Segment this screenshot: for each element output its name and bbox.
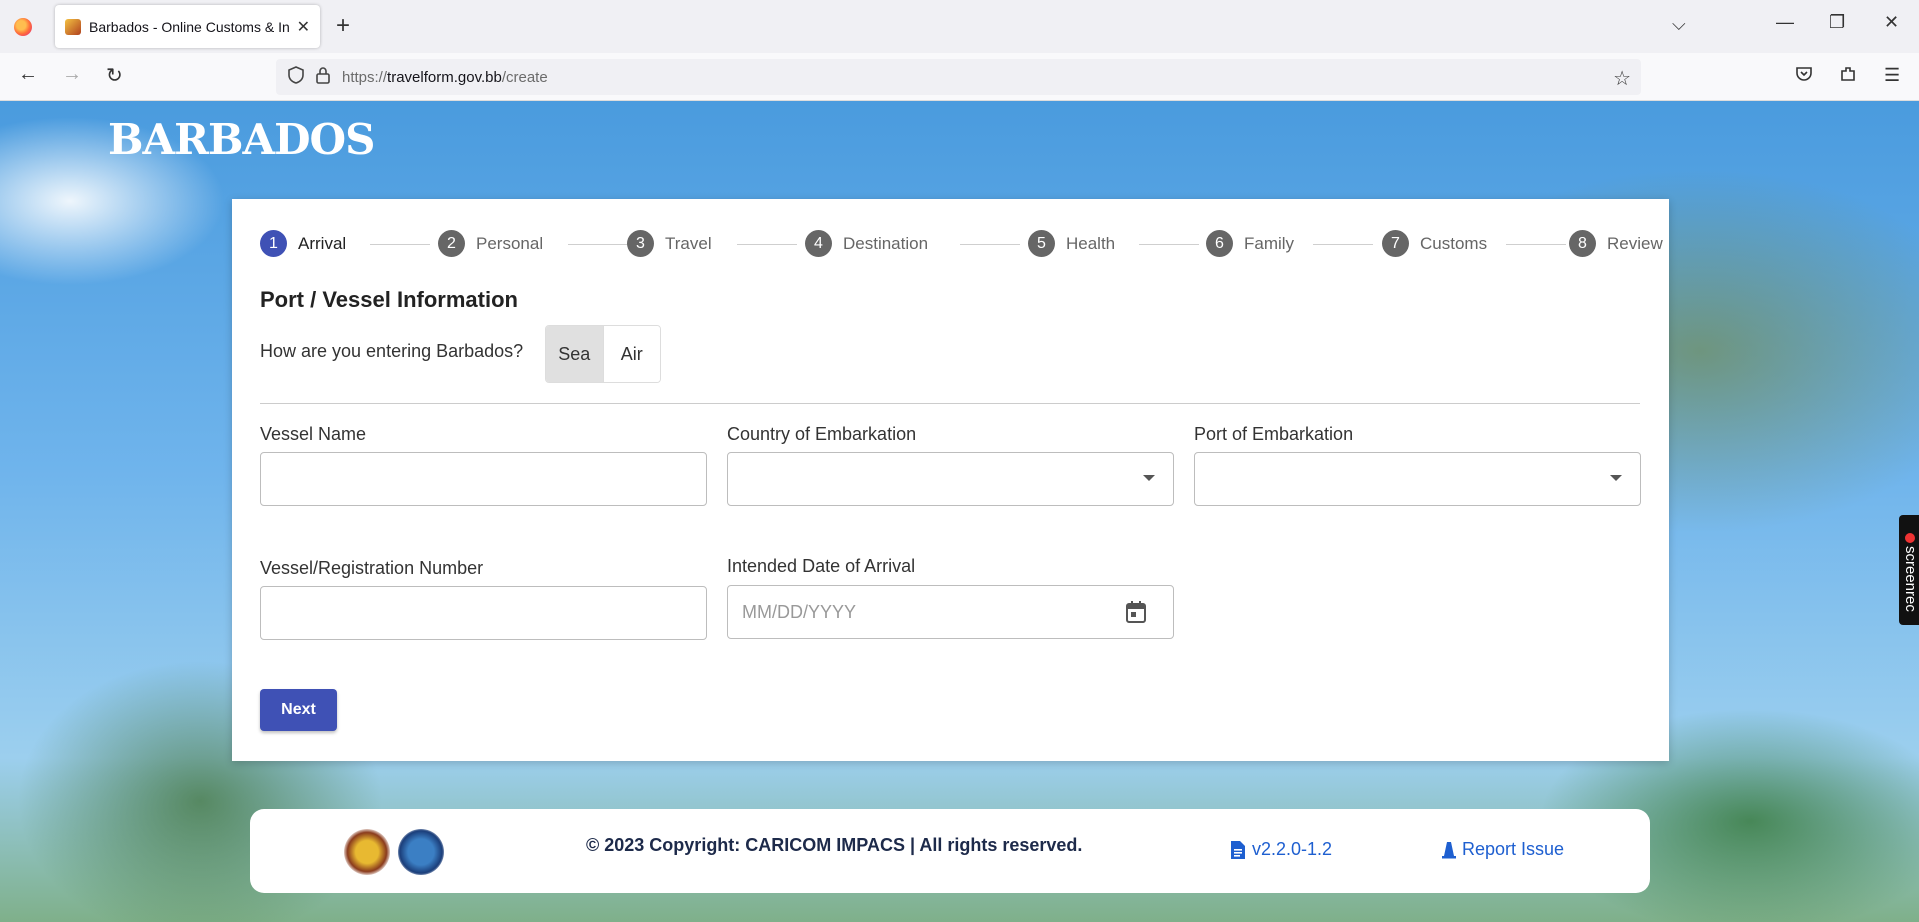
step-arrival[interactable]: 1 Arrival	[260, 230, 346, 257]
step-label: Destination	[843, 233, 929, 253]
pocket-icon[interactable]	[1795, 65, 1813, 88]
step-travel[interactable]: 3 Travel	[627, 230, 712, 257]
step-number: 8	[1569, 230, 1596, 257]
barbados-logo: BARBADOS	[108, 115, 375, 164]
calendar-icon[interactable]	[1125, 600, 1147, 624]
tab-close-icon[interactable]: ✕	[297, 17, 310, 37]
step-connector	[370, 244, 430, 245]
entry-mode-toggle: Sea Air	[545, 325, 661, 383]
site-favicon-icon	[65, 18, 81, 35]
step-label: Review	[1607, 233, 1663, 253]
traffic-cone-icon	[1442, 841, 1456, 858]
divider	[260, 403, 1640, 404]
bookmark-star-icon[interactable]: ☆	[1613, 66, 1631, 91]
close-window-icon[interactable]: ✕	[1884, 12, 1899, 33]
lock-icon[interactable]	[316, 66, 330, 89]
step-label: Personal	[476, 233, 544, 253]
stepper: 1 Arrival 2 Personal 3 Travel 4 Destinat…	[260, 230, 1663, 260]
step-number: 6	[1206, 230, 1233, 257]
dropdown-caret-icon	[1143, 475, 1155, 481]
step-connector	[737, 244, 797, 245]
caricom-impacs-seal-icon	[398, 829, 444, 875]
step-family[interactable]: 6 Family	[1206, 230, 1294, 257]
step-connector	[1506, 244, 1566, 245]
version-link[interactable]: v2.2.0-1.2	[1230, 839, 1332, 860]
report-issue-link[interactable]: Report Issue	[1442, 839, 1564, 860]
step-number: 3	[627, 230, 654, 257]
step-customs[interactable]: 7 Customs	[1382, 230, 1487, 257]
browser-tab[interactable]: Barbados - Online Customs & In ✕	[55, 5, 320, 48]
tab-list-chevron-icon[interactable]: ⌵	[1672, 14, 1686, 35]
arrival-date-input[interactable]: MM/DD/YYYY	[727, 585, 1174, 639]
new-tab-icon[interactable]: +	[336, 12, 350, 40]
shield-icon[interactable]	[288, 65, 304, 89]
vessel-registration-input[interactable]	[260, 586, 707, 640]
step-label: Family	[1244, 233, 1295, 253]
vessel-name-label: Vessel Name	[260, 424, 367, 444]
sea-option-button[interactable]: Sea	[546, 326, 604, 382]
page-background: BARBADOS 1 Arrival 2 Personal 3 Travel 4…	[0, 101, 1919, 922]
arrival-date-label: Intended Date of Arrival	[727, 556, 916, 576]
reload-icon[interactable]: ↻	[106, 63, 123, 88]
step-number: 1	[260, 230, 287, 257]
screenrec-overlay[interactable]: screenrec	[1899, 515, 1919, 625]
tab-strip: Barbados - Online Customs & In ✕ + ⌵ — ❐…	[0, 0, 1919, 53]
report-issue-text: Report Issue	[1462, 839, 1565, 859]
version-text: v2.2.0-1.2	[1252, 839, 1333, 859]
step-review[interactable]: 8 Review	[1569, 230, 1663, 257]
back-icon[interactable]: ←	[18, 63, 38, 86]
arrival-date-placeholder: MM/DD/YYYY	[742, 602, 857, 622]
step-number: 7	[1382, 230, 1409, 257]
step-connector	[1139, 244, 1199, 245]
step-label: Arrival	[298, 233, 347, 253]
copyright-text: © 2023 Copyright: CARICOM IMPACS | All r…	[586, 835, 1083, 855]
step-personal[interactable]: 2 Personal	[438, 230, 543, 257]
navigation-bar: ← → ↻ https://travelform.gov.bb/create ☆…	[0, 53, 1919, 101]
vessel-name-input[interactable]	[260, 452, 707, 506]
step-number: 4	[805, 230, 832, 257]
step-connector	[1313, 244, 1373, 245]
port-of-embarkation-label: Port of Embarkation	[1194, 424, 1354, 444]
section-title: Port / Vessel Information	[260, 287, 518, 312]
step-label: Customs	[1420, 233, 1488, 253]
forward-icon[interactable]: →	[62, 63, 82, 86]
record-dot-icon	[1905, 532, 1915, 543]
restore-icon[interactable]: ❐	[1829, 12, 1845, 33]
air-option-button[interactable]: Air	[603, 326, 660, 382]
country-of-embarkation-label: Country of Embarkation	[727, 424, 917, 444]
country-of-embarkation-select[interactable]	[727, 452, 1174, 506]
dropdown-caret-icon	[1610, 475, 1622, 481]
footer: © 2023 Copyright: CARICOM IMPACS | All r…	[250, 809, 1650, 893]
port-of-embarkation-select[interactable]	[1194, 452, 1641, 506]
url-bar[interactable]: https://travelform.gov.bb/create ☆	[276, 59, 1641, 95]
next-button[interactable]: Next	[260, 689, 337, 731]
step-health[interactable]: 5 Health	[1028, 230, 1115, 257]
step-destination[interactable]: 4 Destination	[805, 230, 928, 257]
entry-mode-question: How are you entering Barbados?	[260, 341, 524, 361]
step-number: 2	[438, 230, 465, 257]
vessel-registration-label: Vessel/Registration Number	[260, 558, 484, 578]
firefox-icon	[14, 17, 32, 36]
step-number: 5	[1028, 230, 1055, 257]
step-label: Travel	[665, 233, 712, 253]
menu-icon[interactable]: ☰	[1884, 65, 1900, 86]
step-connector	[568, 244, 628, 245]
extensions-icon[interactable]	[1839, 65, 1857, 88]
step-label: Health	[1066, 233, 1116, 253]
url-text: https://travelform.gov.bb/create	[342, 68, 548, 86]
minimize-icon[interactable]: —	[1776, 12, 1794, 33]
form-card: 1 Arrival 2 Personal 3 Travel 4 Destinat…	[232, 199, 1669, 761]
document-icon	[1231, 840, 1245, 859]
step-connector	[960, 244, 1020, 245]
tab-title: Barbados - Online Customs & In	[89, 18, 290, 35]
barbados-coat-of-arms-icon	[344, 829, 390, 875]
